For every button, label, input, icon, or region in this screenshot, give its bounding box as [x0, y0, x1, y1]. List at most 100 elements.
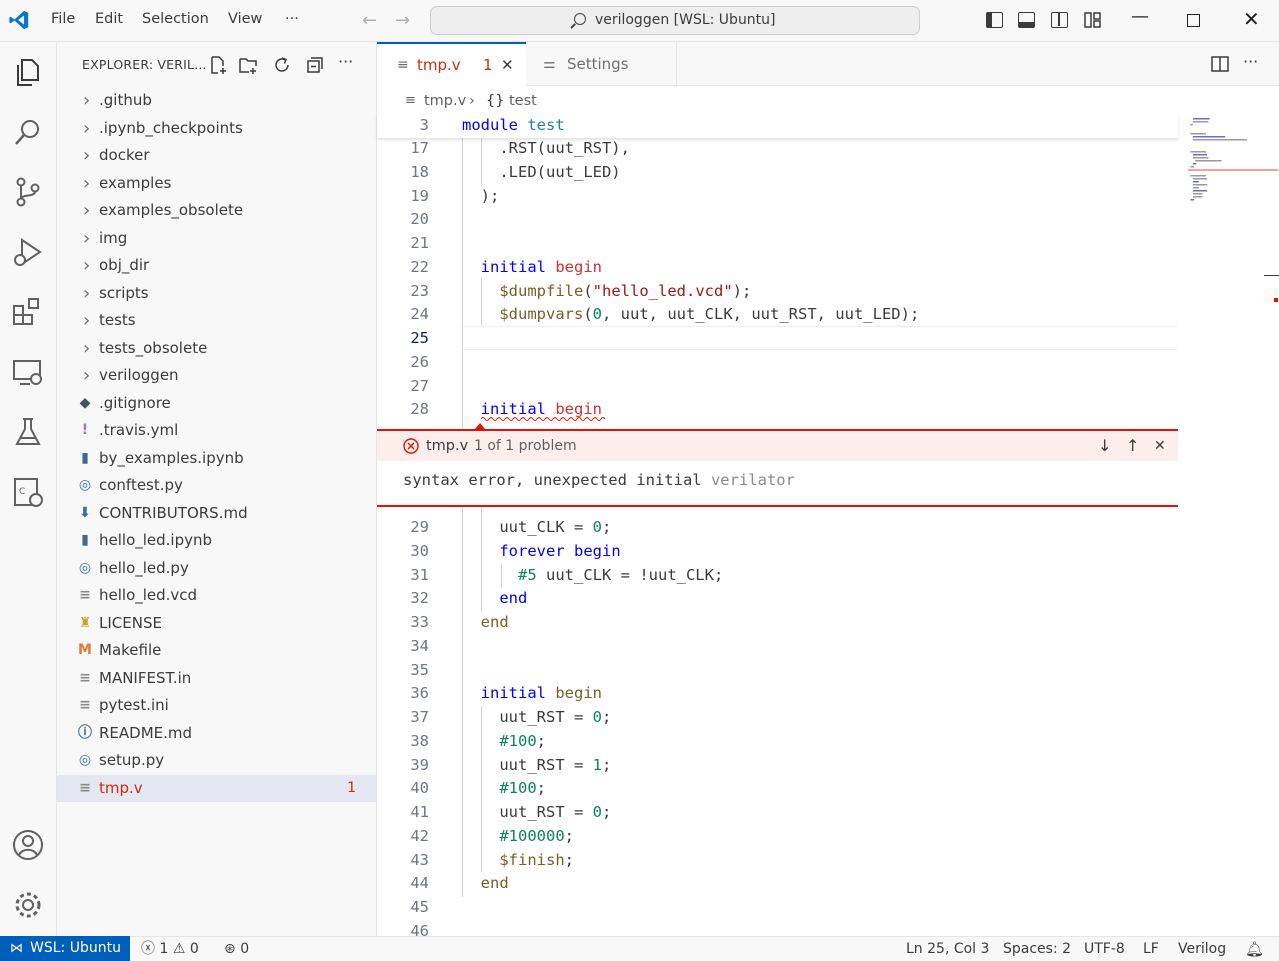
accounts-icon[interactable]	[10, 827, 46, 863]
tree-file[interactable]: ≡ tmp.v 1	[57, 774, 376, 802]
tree-file[interactable]: ♜ LICENSE	[57, 610, 376, 637]
tree-item-label: tests_obsolete	[99, 338, 208, 357]
cpp-extension-icon[interactable]: C	[10, 474, 46, 510]
toggle-secondary-sidebar-icon[interactable]	[1051, 12, 1068, 28]
toggle-panel-icon[interactable]	[1018, 12, 1035, 28]
indentation[interactable]: Spaces: 2	[1003, 937, 1071, 961]
tree-file[interactable]: ◎ hello_led.py	[57, 555, 376, 582]
tree-folder[interactable]: › .ipynb_checkpoints	[57, 115, 376, 142]
code-line: );	[462, 186, 500, 205]
new-file-icon[interactable]	[208, 55, 228, 75]
tree-folder[interactable]: › examples	[57, 170, 376, 197]
forward-arrow-icon[interactable]: →	[395, 10, 410, 31]
menu-edit[interactable]: Edit	[95, 11, 123, 27]
breadcrumb-file[interactable]: tmp.v	[424, 88, 466, 114]
tree-file[interactable]: ! .travis.yml	[57, 417, 376, 444]
tree-item-label: hello_led.vcd	[99, 586, 198, 604]
command-center-search[interactable]: veriloggen [WSL: Ubuntu]	[430, 6, 920, 35]
tree-file[interactable]: ⓘ README.md	[57, 720, 376, 747]
run-debug-icon[interactable]	[10, 234, 46, 270]
tree-file[interactable]: ≡ hello_led.vcd	[57, 582, 376, 609]
testing-flask-icon[interactable]	[10, 414, 46, 450]
back-arrow-icon[interactable]: ←	[362, 10, 377, 31]
language-mode[interactable]: Verilog	[1178, 937, 1226, 961]
more-actions-icon[interactable]: ···	[338, 52, 353, 71]
tree-folder[interactable]: › docker	[57, 142, 376, 169]
encoding[interactable]: UTF-8	[1084, 937, 1125, 961]
broadcast-icon: ⊛	[224, 941, 236, 957]
remote-indicator[interactable]: ⋈ WSL: Ubuntu	[0, 936, 130, 961]
tree-folder[interactable]: › img	[57, 225, 376, 252]
editor-more-actions-icon[interactable]: ···	[1243, 52, 1258, 71]
tree-folder[interactable]: › scripts	[57, 280, 376, 307]
minimap-line	[1192, 157, 1209, 159]
menu-view[interactable]: View	[228, 11, 262, 27]
tree-file[interactable]: ▮ by_examples.ipynb	[57, 445, 376, 472]
minimap[interactable]	[1178, 114, 1279, 936]
breadcrumb: ≡ tmp.v › {} test	[377, 88, 1279, 114]
problems-status[interactable]: ⓧ 1 ⚠ 0	[141, 937, 199, 961]
tab-settings[interactable]: ⚌ Settings	[527, 42, 677, 86]
notifications-bell-icon[interactable]: 🔔︎	[1245, 937, 1264, 961]
close-window-icon[interactable]: ✕	[1243, 7, 1260, 31]
tree-folder[interactable]: › obj_dir	[57, 252, 376, 279]
tree-file[interactable]: ⬇ CONTRIBUTORS.md	[57, 500, 376, 527]
tree-folder[interactable]: › tests	[57, 307, 376, 334]
maximize-icon[interactable]	[1187, 14, 1200, 27]
command-center-label: veriloggen [WSL: Ubuntu]	[594, 12, 776, 28]
minimap-line	[1190, 133, 1206, 135]
tree-file[interactable]: ◆ .gitignore	[57, 390, 376, 417]
tree-folder[interactable]: › .github	[57, 87, 376, 114]
tree-folder[interactable]: › veriloggen	[57, 362, 376, 389]
next-problem-icon[interactable]: ↓	[1098, 431, 1111, 461]
collapse-all-icon[interactable]	[305, 55, 325, 75]
source-control-icon[interactable]	[10, 174, 46, 210]
sticky-scroll[interactable]: 3 module test	[377, 114, 1178, 138]
code-editor[interactable]: 3 module test 17 .RST(uut_RST), 18 .LED(u…	[377, 114, 1279, 940]
close-tab-icon[interactable]: ✕	[501, 44, 514, 86]
breadcrumb-symbol[interactable]: test	[509, 88, 537, 114]
settings-gear-icon[interactable]	[10, 887, 46, 923]
code-line: end	[499, 589, 528, 608]
text-file-icon: ≡	[405, 93, 416, 108]
tree-folder[interactable]: › tests_obsolete	[57, 335, 376, 362]
chevron-right-icon: ›	[83, 200, 91, 221]
braces-icon: {}	[486, 93, 505, 109]
toggle-primary-sidebar-icon[interactable]	[986, 12, 1003, 28]
remote-icon: ⋈	[10, 941, 23, 956]
close-peek-icon[interactable]: ✕	[1154, 431, 1166, 461]
extensions-icon[interactable]	[10, 294, 46, 330]
previous-problem-icon[interactable]: ↑	[1126, 431, 1139, 461]
code-line: uut_RST = 0;	[462, 708, 612, 726]
python-file-icon: ◎	[78, 559, 92, 576]
menu-more[interactable]: ···	[285, 11, 299, 27]
minimize-icon[interactable]: —	[1131, 6, 1149, 27]
tree-file[interactable]: ◎ conftest.py	[57, 472, 376, 499]
code-line: $dumpfile("hello_led.vcd");	[499, 281, 752, 300]
tree-item-label: hello_led.ipynb	[99, 531, 213, 549]
tree-folder[interactable]: › examples_obsolete	[57, 197, 376, 224]
tree-item-label: .ipynb_checkpoints	[99, 118, 243, 137]
customize-layout-icon[interactable]	[1084, 12, 1101, 28]
tree-file[interactable]: ≡ MANIFEST.in	[57, 665, 376, 692]
search-icon[interactable]	[10, 114, 46, 150]
new-folder-icon[interactable]	[238, 55, 258, 75]
explorer-icon[interactable]	[10, 54, 46, 90]
tab-tmp-v[interactable]: ≡ tmp.v 1 ✕	[377, 42, 526, 87]
remote-explorer-icon[interactable]	[10, 354, 46, 390]
menu-file[interactable]: File	[51, 11, 75, 27]
refresh-icon[interactable]	[272, 55, 292, 75]
split-editor-icon[interactable]	[1211, 56, 1229, 72]
error-count: 1	[159, 941, 169, 957]
tree-item-label: scripts	[99, 283, 149, 302]
ports-status[interactable]: ⊛ 0	[224, 937, 249, 961]
cursor-position[interactable]: Ln 25, Col 3	[906, 937, 989, 961]
code-line: #5 uut_CLK = !uut_CLK;	[518, 565, 724, 584]
tree-file[interactable]: M Makefile	[57, 637, 376, 664]
tree-file[interactable]: ◎ setup.py	[57, 747, 376, 774]
code-line: #100;	[499, 731, 546, 750]
tree-file[interactable]: ≡ pytest.ini	[57, 692, 376, 719]
end-of-line[interactable]: LF	[1143, 937, 1159, 961]
menu-selection[interactable]: Selection	[142, 11, 209, 27]
tree-file[interactable]: ▮ hello_led.ipynb	[57, 527, 376, 554]
